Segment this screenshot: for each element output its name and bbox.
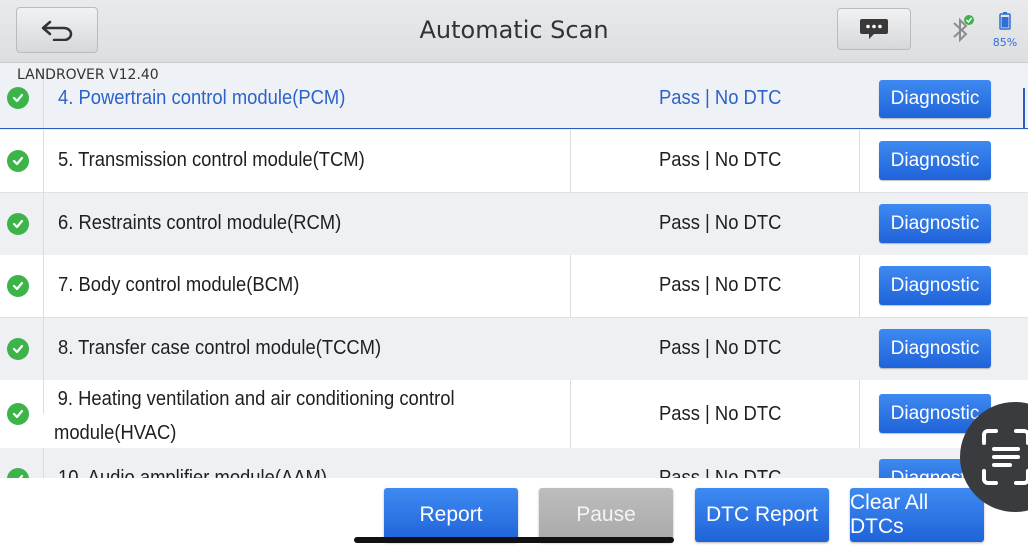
module-row[interactable]: 5. Transmission control module(TCM) Pass… (0, 130, 1028, 193)
module-status: Pass | No DTC (659, 274, 782, 296)
pass-check-icon (7, 338, 29, 360)
divider (43, 255, 44, 317)
module-status: Pass | No DTC (659, 212, 782, 234)
module-row[interactable]: 8. Transfer case control module(TCCM) Pa… (0, 318, 1028, 381)
module-name: 10. Audio amplifier module(AAM) (58, 467, 327, 478)
divider (570, 380, 571, 448)
module-row[interactable]: 7. Body control module(BCM) Pass | No DT… (0, 255, 1028, 318)
text-scan-icon (982, 429, 1028, 485)
battery-icon (999, 12, 1011, 30)
divider (43, 130, 44, 192)
module-status: Pass | No DTC (659, 149, 782, 171)
pass-check-icon (7, 275, 29, 297)
module-name: 8. Transfer case control module(TCCM) (58, 337, 382, 359)
module-row[interactable]: 6. Restraints control module(RCM) Pass |… (0, 193, 1028, 256)
clear-all-dtcs-button[interactable]: Clear All DTCs (850, 488, 984, 542)
module-name: 5. Transmission control module(TCM) (58, 149, 365, 171)
pass-check-icon (7, 150, 29, 172)
bluetooth-icon (950, 14, 974, 46)
module-name: 9. Heating ventilation and air condition… (54, 382, 569, 450)
diagnostic-button[interactable]: Diagnostic (879, 80, 991, 118)
module-status: Pass | No DTC (659, 87, 782, 109)
module-name-line2: module(HVAC) (54, 422, 177, 444)
divider (43, 318, 44, 380)
battery-indicator: 85% (990, 12, 1020, 49)
module-status: Pass | No DTC (659, 337, 782, 359)
home-indicator[interactable] (354, 537, 674, 543)
module-name: 7. Body control module(BCM) (58, 274, 300, 296)
pass-check-icon (7, 468, 29, 478)
divider (859, 130, 860, 192)
pause-button[interactable]: Pause (539, 488, 673, 542)
divider (43, 380, 44, 414)
diagnostic-button[interactable]: Diagnostic (879, 329, 991, 368)
module-row[interactable]: 9. Heating ventilation and air condition… (0, 380, 1028, 449)
module-name-line1: 9. Heating ventilation and air condition… (57, 388, 455, 410)
module-name: 6. Restraints control module(RCM) (58, 212, 342, 234)
divider (859, 380, 860, 448)
divider (859, 255, 860, 317)
pass-check-icon (7, 87, 29, 109)
top-bar: Automatic Scan 85% (0, 0, 1028, 63)
divider (43, 193, 44, 255)
module-name: 4. Powertrain control module(PCM) (58, 87, 346, 109)
diagnostic-button[interactable]: Diagnostic (879, 204, 991, 243)
divider (570, 255, 571, 317)
chat-icon (860, 19, 888, 39)
module-status: Pass | No DTC (659, 467, 782, 478)
report-button[interactable]: Report (384, 488, 518, 542)
pass-check-icon (7, 403, 29, 425)
dtc-report-button[interactable]: DTC Report (695, 488, 829, 542)
message-button[interactable] (837, 8, 911, 50)
divider (43, 448, 44, 478)
diagnostic-button[interactable]: Diagnostic (879, 141, 991, 180)
selection-edge (1023, 88, 1025, 128)
pass-check-icon (7, 213, 29, 235)
module-list[interactable]: 4. Powertrain control module(PCM) Pass |… (0, 68, 1028, 478)
diagnostic-button[interactable]: Diagnostic (879, 266, 991, 305)
software-version: LANDROVER V12.40 (17, 67, 159, 83)
battery-percent: 85% (992, 36, 1018, 49)
module-row[interactable]: 10. Audio amplifier module(AAM) Pass | N… (0, 448, 1028, 478)
divider (570, 130, 571, 192)
module-status: Pass | No DTC (659, 403, 782, 425)
